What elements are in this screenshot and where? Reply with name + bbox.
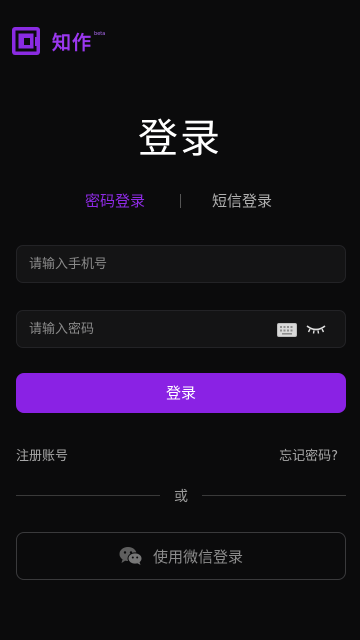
login-tabs: 密码登录 短信登录: [0, 190, 360, 212]
header: 知作 beta: [12, 26, 105, 56]
wechat-icon: [119, 547, 143, 565]
wechat-login-button[interactable]: 使用微信登录: [16, 532, 346, 580]
divider-line-right: [202, 495, 346, 496]
or-divider: 或: [16, 485, 346, 505]
register-link[interactable]: 注册账号: [16, 445, 68, 464]
logo-icon: [12, 27, 40, 55]
or-text: 或: [174, 489, 188, 505]
tab-sms-login[interactable]: 短信登录: [212, 190, 272, 211]
login-button[interactable]: 登录: [16, 373, 346, 413]
brand-name: 知作: [52, 31, 93, 54]
page-title: 登录: [138, 116, 222, 162]
forgot-password-link[interactable]: 忘记密码?: [279, 445, 338, 464]
phone-input[interactable]: [17, 246, 345, 282]
password-field: [16, 310, 346, 348]
tab-password-login[interactable]: 密码登录: [85, 190, 145, 211]
brand-badge: beta: [94, 31, 106, 37]
wechat-login-label: 使用微信登录: [152, 547, 243, 566]
eye-closed-icon[interactable]: [306, 323, 326, 335]
tab-divider: [180, 194, 181, 208]
phone-field: [16, 245, 346, 283]
keyboard-icon[interactable]: [277, 323, 297, 337]
